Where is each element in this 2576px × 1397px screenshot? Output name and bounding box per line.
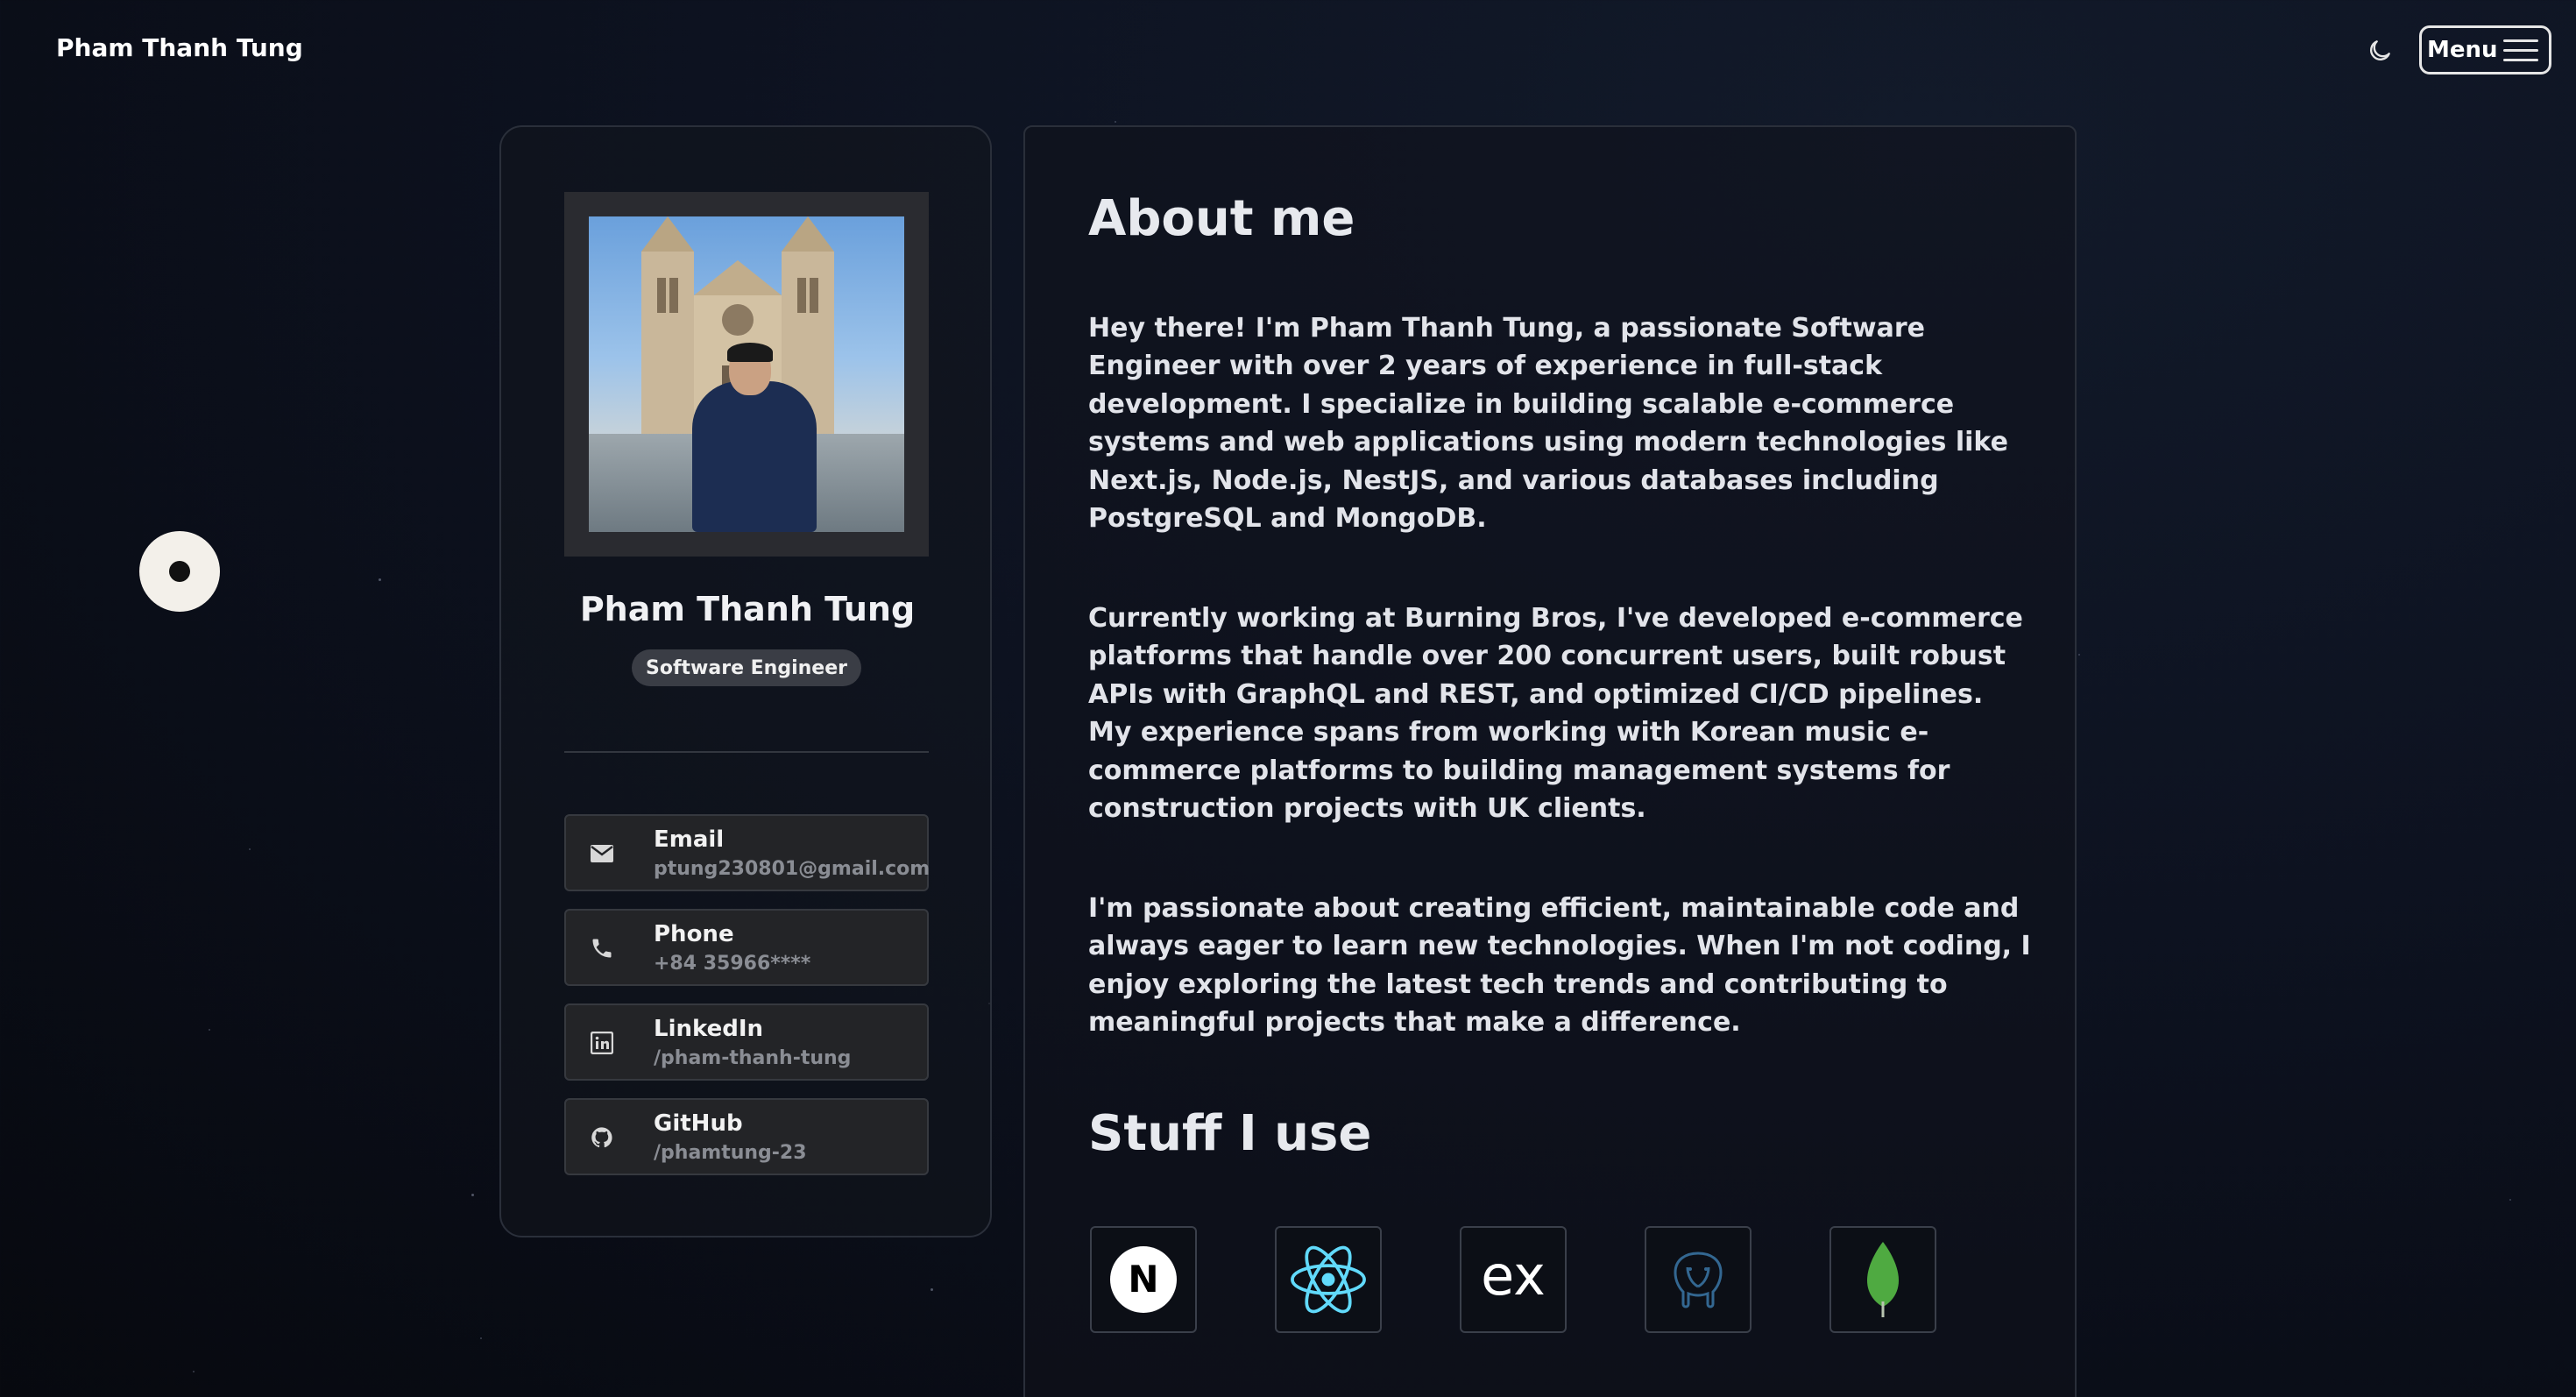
site-title[interactable]: Pham Thanh Tung — [56, 33, 303, 62]
menu-label: Menu — [2427, 37, 2498, 63]
tool-react[interactable] — [1275, 1226, 1382, 1333]
express-glyph: ex — [1481, 1249, 1546, 1308]
contact-phone[interactable]: Phone +84 35966**** — [564, 909, 929, 986]
star — [1115, 121, 1116, 123]
star — [249, 848, 251, 850]
star — [931, 1288, 933, 1291]
star — [480, 1337, 482, 1339]
profile-photo-frame — [564, 192, 929, 557]
theme-toggle-button[interactable] — [2362, 33, 2397, 68]
envelope-icon — [587, 839, 617, 869]
role-badge: Software Engineer — [632, 649, 861, 686]
profile-card: Pham Thanh Tung Software Engineer Email … — [499, 125, 992, 1237]
menu-button[interactable]: Menu — [2419, 25, 2551, 74]
contact-value: +84 35966**** — [654, 953, 811, 975]
star — [471, 1194, 474, 1196]
star — [209, 1029, 210, 1031]
contact-label: LinkedIn — [654, 1016, 764, 1042]
contact-label: Phone — [654, 921, 734, 947]
tool-mongodb[interactable] — [1829, 1226, 1936, 1333]
tool-nextjs[interactable]: N — [1090, 1226, 1197, 1333]
star — [2078, 654, 2080, 656]
contact-value: ptung230801@gmail.com — [654, 858, 931, 880]
contact-github[interactable]: GitHub /phamtung-23 — [564, 1098, 929, 1175]
contact-email[interactable]: Email ptung230801@gmail.com — [564, 814, 931, 891]
contact-value: /phamtung-23 — [654, 1142, 807, 1164]
about-card: About me Hey there! I'm Pham Thanh Tung,… — [1023, 125, 2077, 1397]
github-icon — [587, 1123, 617, 1152]
star — [2509, 1199, 2511, 1201]
tool-express[interactable]: ex — [1460, 1226, 1567, 1333]
express-icon: ex — [1481, 1249, 1546, 1308]
about-paragraph: Hey there! I'm Pham Thanh Tung, a passio… — [1088, 313, 2008, 535]
stuff-heading: Stuff I use — [1088, 1105, 1372, 1162]
hamburger-icon — [2503, 39, 2538, 61]
contact-value: /pham-thanh-tung — [654, 1047, 852, 1069]
tool-postgresql[interactable] — [1645, 1226, 1752, 1333]
contact-linkedin[interactable]: LinkedIn /pham-thanh-tung — [564, 1003, 929, 1081]
about-paragraph: I'm passionate about creating efficient,… — [1088, 893, 2031, 1039]
star — [379, 578, 381, 581]
phone-icon — [587, 933, 617, 963]
contact-label: Email — [654, 826, 725, 853]
profile-photo — [589, 216, 904, 532]
nextjs-glyph: N — [1128, 1258, 1158, 1301]
divider — [564, 751, 929, 753]
linkedin-icon — [587, 1028, 617, 1058]
moon-icon — [2370, 40, 2390, 60]
cursor-follower — [139, 531, 220, 612]
react-icon — [1291, 1245, 1366, 1314]
contact-label: GitHub — [654, 1110, 743, 1137]
profile-name: Pham Thanh Tung — [579, 590, 916, 628]
nextjs-icon: N — [1110, 1246, 1177, 1313]
about-paragraph: Currently working at Burning Bros, I've … — [1088, 603, 2023, 825]
about-heading: About me — [1088, 190, 1355, 247]
postgresql-icon — [1674, 1252, 1723, 1308]
star — [193, 1371, 195, 1372]
mongodb-icon — [1867, 1242, 1899, 1317]
